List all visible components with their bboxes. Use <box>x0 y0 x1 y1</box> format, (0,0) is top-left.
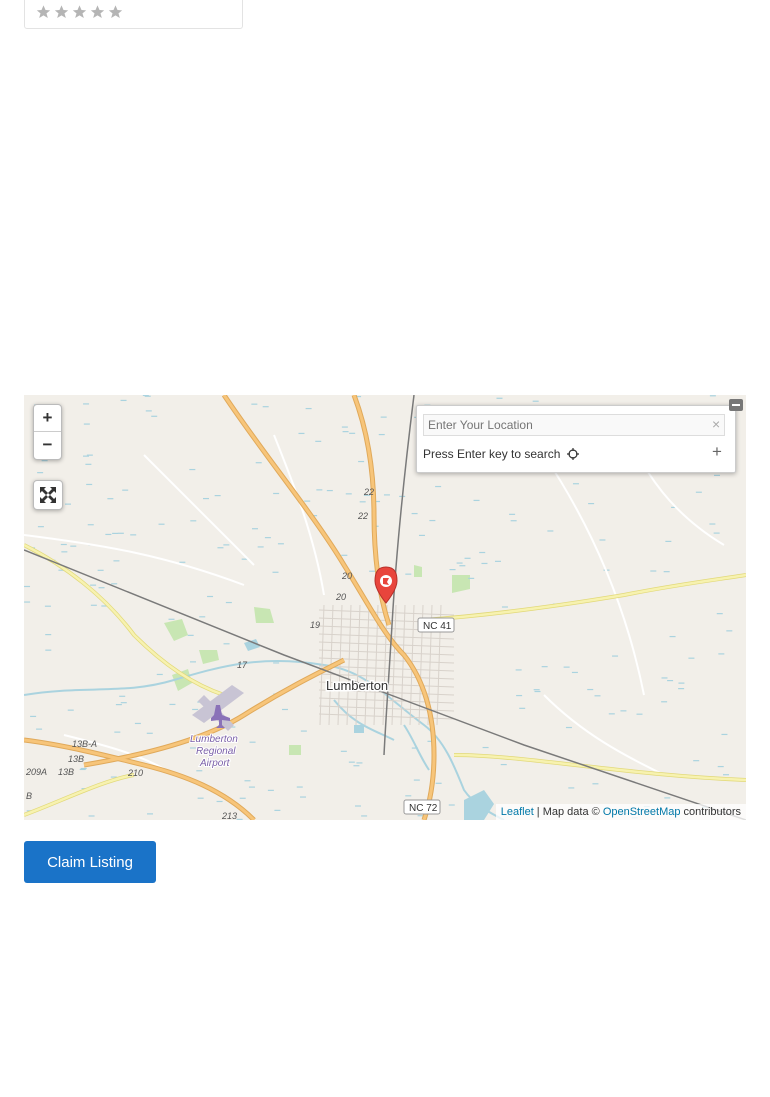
airport-label-2: Regional <box>196 746 236 757</box>
search-hint: Press Enter key to search <box>423 447 579 461</box>
add-location-button[interactable]: + <box>712 442 722 462</box>
star-icon[interactable] <box>107 4 124 20</box>
road-number: 13B <box>58 767 74 777</box>
airport-label-3: Airport <box>199 758 231 769</box>
road-number: 13B <box>68 754 84 764</box>
zoom-in-button[interactable]: + <box>34 405 61 432</box>
leaflet-link[interactable]: Leaflet <box>501 806 534 818</box>
star-icon[interactable] <box>53 4 70 20</box>
city-label: Lumberton <box>326 678 388 693</box>
road-number: 22 <box>363 487 374 497</box>
road-number: 213 <box>221 811 237 820</box>
minus-icon <box>732 404 740 406</box>
search-hint-text: Press Enter key to search <box>423 447 561 461</box>
road-number: 210 <box>127 768 143 778</box>
fullscreen-icon <box>40 487 56 503</box>
map[interactable]: NC 41 NC 72 22 22 20 20 19 17 13B-A 13B 209A 13B 2… <box>24 395 746 820</box>
star-icon[interactable] <box>71 4 88 20</box>
map-attribution: Leaflet | Map data © OpenStreetMap contr… <box>495 804 746 820</box>
rating-stars <box>35 4 124 20</box>
zoom-control: + − <box>33 404 62 460</box>
shield-nc72: NC 72 <box>409 803 438 814</box>
collapse-geocoder-button[interactable] <box>729 399 743 411</box>
road-number: 13B-A <box>72 739 97 749</box>
fullscreen-button[interactable] <box>33 480 63 510</box>
attribution-sep: | Map data © <box>533 806 603 818</box>
road-number: 19 <box>310 620 320 630</box>
road-number: 209A <box>25 767 47 777</box>
location-search-input[interactable] <box>423 414 725 436</box>
crosshair-icon[interactable] <box>566 448 579 460</box>
airport-label-1: Lumberton <box>190 734 238 745</box>
road-number: 22 <box>357 511 368 521</box>
rating-card <box>24 0 243 29</box>
star-icon[interactable] <box>89 4 106 20</box>
shield-nc41: NC 41 <box>423 621 452 632</box>
clear-search-button[interactable]: × <box>712 416 720 432</box>
road-number: 17 <box>237 660 248 670</box>
road-number: 20 <box>335 592 346 602</box>
road-number: B <box>26 791 32 801</box>
zoom-out-button[interactable]: − <box>34 432 61 458</box>
attribution-suffix: contributors <box>680 806 741 818</box>
road-number: 20 <box>341 571 352 581</box>
osm-link[interactable]: OpenStreetMap <box>603 806 681 818</box>
claim-listing-button[interactable]: Claim Listing <box>24 841 156 883</box>
star-icon[interactable] <box>35 4 52 20</box>
geocoder-panel: × Press Enter key to search + <box>416 405 736 473</box>
